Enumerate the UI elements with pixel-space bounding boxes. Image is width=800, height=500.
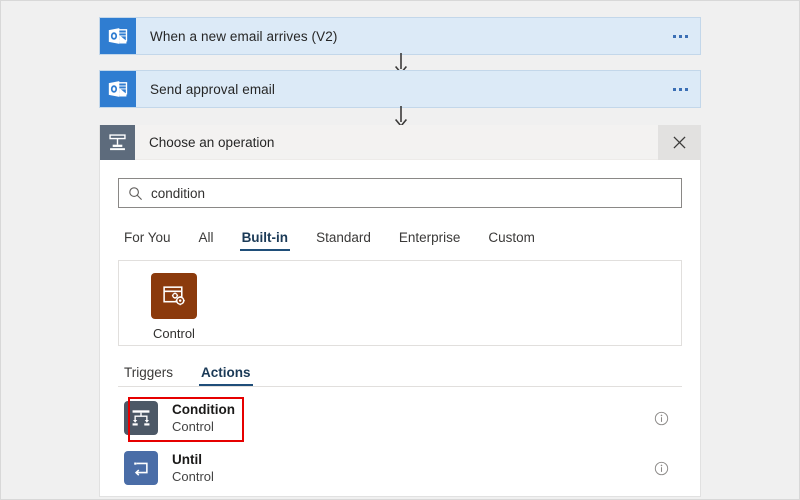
operation-subtitle: Control — [172, 419, 214, 435]
control-gear-icon — [151, 273, 197, 319]
ellipsis-dot — [678, 87, 682, 91]
search-box[interactable] — [118, 178, 682, 208]
condition-branch-icon — [124, 401, 158, 435]
flow-card-trigger-menu-button[interactable] — [660, 18, 700, 54]
operation-name: Condition — [172, 401, 235, 417]
connector-tile-label: Control — [153, 326, 195, 341]
flow-card-action[interactable]: Send approval email — [99, 70, 701, 108]
connector-results-box: Control — [118, 260, 682, 346]
flow-card-action-title: Send approval email — [150, 81, 275, 97]
close-icon[interactable] — [658, 125, 700, 160]
operation-list: Condition Control Until Control — [118, 386, 682, 493]
tab-built-in[interactable]: Built-in — [228, 230, 303, 251]
control-condition-icon — [100, 125, 135, 160]
tab-for-you[interactable]: For You — [118, 230, 185, 251]
ellipsis-dot — [672, 87, 676, 91]
panel-title: Choose an operation — [149, 134, 275, 150]
search-input[interactable] — [151, 185, 681, 201]
tab-all[interactable]: All — [185, 230, 228, 251]
ellipsis-dot — [684, 34, 688, 38]
tab-custom[interactable]: Custom — [474, 230, 549, 251]
flow-card-trigger-title: When a new email arrives (V2) — [150, 28, 338, 44]
connector-tile-control[interactable]: Control — [138, 273, 210, 341]
until-loop-icon — [124, 451, 158, 485]
outlook-icon — [100, 71, 136, 107]
tab-triggers[interactable]: Triggers — [118, 365, 187, 386]
operation-subtitle: Control — [172, 469, 214, 485]
flow-card-action-menu-button[interactable] — [660, 71, 700, 107]
search-icon — [119, 179, 151, 207]
ellipsis-dot — [672, 34, 676, 38]
list-item-condition-text: Condition Control — [158, 401, 646, 436]
list-item-until[interactable]: Until Control — [118, 443, 682, 493]
operation-name: Until — [172, 451, 202, 467]
category-tab-list: For You All Built-in Standard Enterprise… — [118, 222, 682, 252]
outlook-icon — [100, 18, 136, 54]
info-icon[interactable] — [646, 461, 676, 476]
tab-standard[interactable]: Standard — [302, 230, 385, 251]
flow-card-trigger[interactable]: When a new email arrives (V2) — [99, 17, 701, 55]
flow-designer-canvas: When a new email arrives (V2) Send appro… — [1, 1, 799, 499]
panel-header: Choose an operation — [100, 125, 700, 160]
list-item-condition[interactable]: Condition Control — [118, 393, 682, 443]
choose-operation-panel: Choose an operation For You All Bui — [99, 125, 701, 497]
tab-enterprise[interactable]: Enterprise — [385, 230, 475, 251]
operation-tab-list: Triggers Actions — [118, 356, 682, 386]
info-icon[interactable] — [646, 411, 676, 426]
ellipsis-dot — [678, 34, 682, 38]
tab-actions[interactable]: Actions — [187, 365, 265, 386]
list-item-until-text: Until Control — [158, 451, 646, 486]
ellipsis-dot — [684, 87, 688, 91]
